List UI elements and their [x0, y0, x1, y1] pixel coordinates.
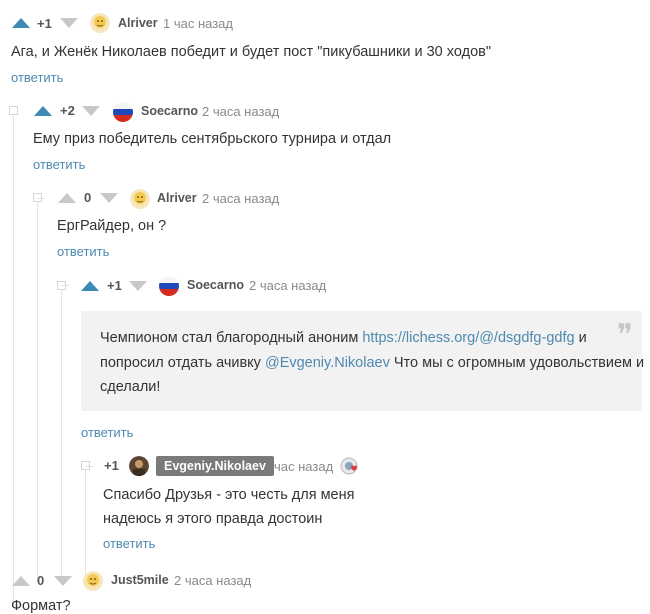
reply-link[interactable]: ответить — [103, 536, 155, 551]
quote-text: попросил отдать ачивку — [100, 354, 265, 371]
comment-score: 0 — [37, 573, 45, 588]
quote-text: и — [574, 330, 587, 346]
comment-text: Спасибо Друзья - это честь для меня — [103, 487, 355, 503]
comment-time: 2 часа назад — [174, 573, 252, 588]
comment-author: Evgeniy.Nikolaev — [164, 459, 266, 473]
downvote-icon[interactable] — [54, 576, 72, 586]
comment: +1 Alriver 1 час назад Ага, и Женёк Нико… — [0, 0, 650, 90]
downvote-icon[interactable] — [129, 281, 147, 291]
collapse-toggle[interactable] — [57, 281, 66, 290]
avatar[interactable] — [130, 189, 150, 209]
comment-author-badge[interactable]: Evgeniy.Nikolaev — [156, 456, 274, 476]
thread-line — [61, 289, 62, 579]
collapse-toggle[interactable] — [33, 193, 42, 202]
reply-link[interactable]: ответить — [81, 425, 133, 440]
comment-author[interactable]: Alriver — [118, 16, 158, 30]
quote-link[interactable]: https://lichess.org/@/dsgdfg-gdfg — [362, 330, 574, 346]
comment-score: +1 — [104, 458, 119, 473]
downvote-icon[interactable] — [82, 106, 100, 116]
comment-text: Ага, и Женёк Николаев победит и будет по… — [11, 44, 491, 60]
comment-score: +1 — [37, 16, 52, 31]
upvote-icon[interactable] — [81, 281, 99, 291]
thread-line — [85, 470, 86, 580]
upvote-icon[interactable] — [58, 193, 76, 203]
comment-time: 2 часа назад — [202, 191, 280, 206]
comment-text: ЕргРайдер, он ? — [57, 218, 167, 234]
comment-quote-block: Чемпионом стал благородный аноним https:… — [81, 311, 645, 411]
reply-link[interactable]: ответить — [11, 70, 63, 85]
comment-author[interactable]: Soecarno — [141, 104, 198, 118]
comment-author[interactable]: Soecarno — [187, 278, 244, 292]
upvote-icon[interactable] — [34, 106, 52, 116]
user-mention-link[interactable]: @Evgeniy.Nikolaev — [265, 355, 390, 371]
collapse-toggle[interactable] — [9, 106, 18, 115]
upvote-icon[interactable] — [12, 18, 30, 28]
comment-text: Ему приз победитель сентябрьского турнир… — [33, 131, 392, 147]
quote-text: сделали! — [100, 379, 161, 395]
comment-time: 1 час назад — [163, 16, 233, 31]
comment-author[interactable]: Alriver — [157, 191, 197, 205]
reply-link[interactable]: ответить — [33, 157, 85, 172]
comment-time: 2 часа назад — [249, 278, 327, 293]
avatar[interactable] — [129, 456, 149, 476]
comment-time: час назад — [274, 459, 334, 474]
comment-score: +1 — [107, 278, 122, 293]
quote-text: Что мы с огромным удовольствием и — [389, 354, 645, 371]
comment-time: 2 часа назад — [202, 104, 280, 119]
comment-score: 0 — [84, 190, 92, 205]
downvote-icon[interactable] — [100, 193, 118, 203]
thread-line — [13, 115, 14, 607]
collapse-toggle[interactable] — [81, 461, 90, 470]
comment-text: надеюсь я этого правда достоин — [103, 511, 323, 527]
comment-author[interactable]: Just5mile — [111, 573, 169, 587]
comment-score: +2 — [60, 103, 75, 118]
upvote-icon[interactable] — [12, 576, 30, 586]
reply-link[interactable]: ответить — [57, 244, 109, 259]
avatar[interactable] — [113, 102, 133, 122]
avatar[interactable] — [83, 571, 103, 591]
downvote-icon[interactable] — [60, 18, 78, 28]
quote-text: Чемпионом стал благородный аноним — [100, 330, 363, 346]
avatar[interactable] — [90, 13, 110, 33]
thread-line — [37, 202, 38, 582]
gift-award-icon[interactable] — [340, 456, 360, 476]
avatar[interactable] — [159, 276, 179, 296]
quote-icon: ❞ — [616, 318, 633, 353]
comment-text: Формат? — [11, 598, 71, 614]
